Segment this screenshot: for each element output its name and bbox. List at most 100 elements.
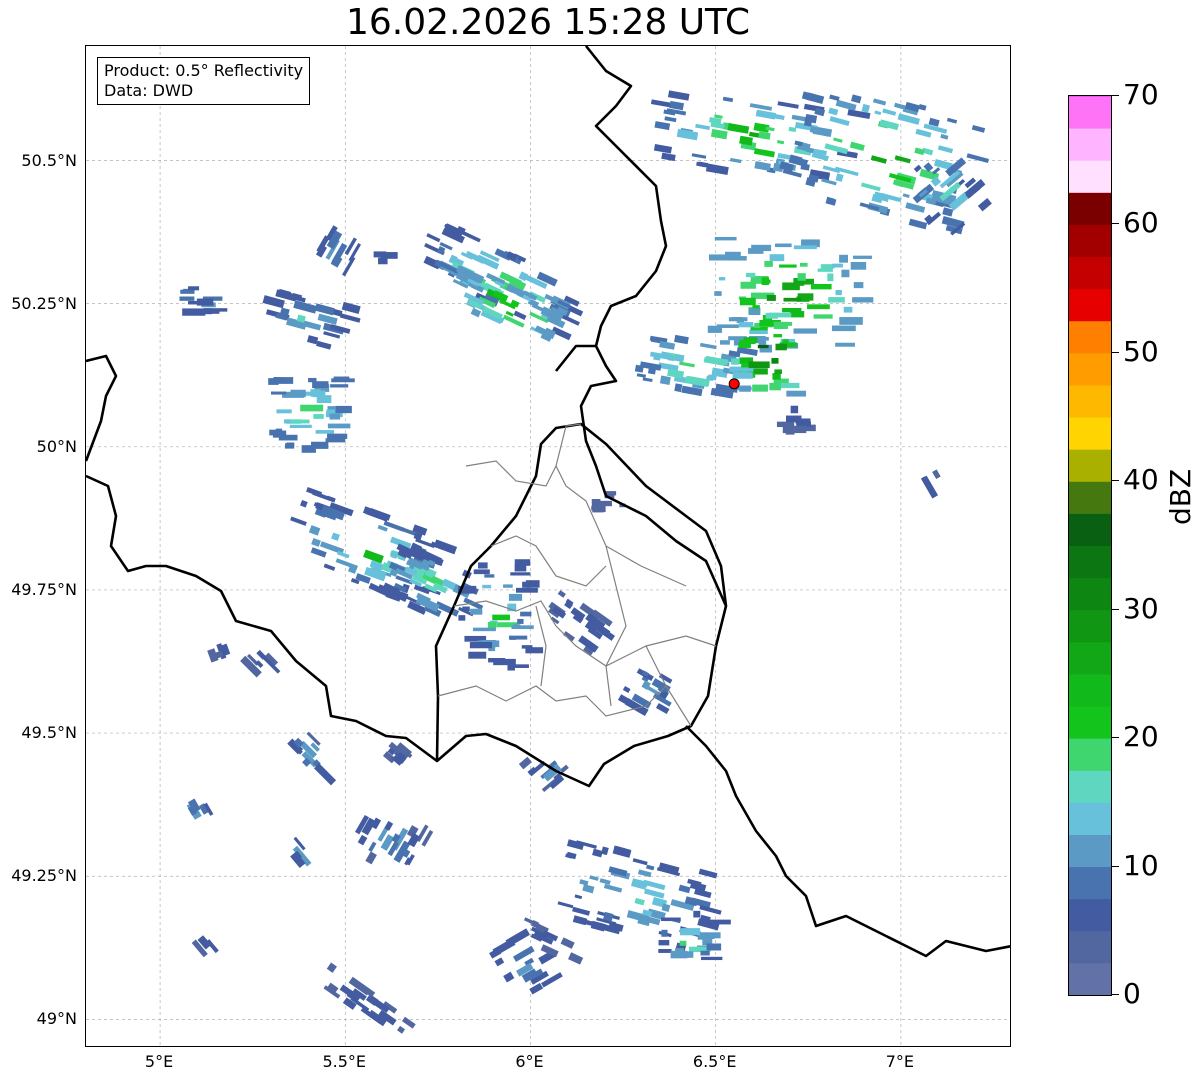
echo-pixel [529,982,544,995]
colorbar-swatch [1069,481,1111,514]
echo-pixel [699,904,722,915]
echo-pixel [335,405,352,414]
echo-pixel [971,124,986,133]
echo-pixel [330,384,349,388]
echo-pixel [852,255,872,259]
echo-pixel [654,121,671,131]
echo-pixel [179,296,195,301]
echo-pixel [828,107,839,116]
colorbar-swatch [1069,224,1111,258]
echo-pixel [514,564,527,572]
echo-pixel [739,339,756,345]
echo-pixel [913,164,922,173]
echo-pixel [579,879,589,886]
echo-pixel [373,251,387,258]
echo-pixel [737,386,752,391]
echo-pixel [758,131,771,140]
echo-pixel [397,1025,406,1034]
colorbar-swatch [1069,352,1111,386]
echo-pixel [757,344,769,349]
echo-pixel [653,143,673,154]
echo-pixel [772,373,781,380]
echo-cell [423,223,584,341]
echo-pixel [316,340,332,350]
echo-pixel [874,110,882,116]
echo-pixel [813,314,833,319]
echo-pixel [774,369,782,374]
echo-pixel [775,343,787,351]
echo-pixel [674,383,683,393]
echo-pixel [311,538,321,547]
colorbar-tick-mark [1111,480,1119,482]
echo-pixel [775,243,792,248]
echo-pixel [940,133,949,140]
echo-pixel [761,277,769,286]
colorbar-swatch [1069,128,1111,161]
echo-cell [779,91,989,235]
echo-pixel [525,580,540,588]
echo-pixel [905,202,926,213]
colorbar-swatch [1069,738,1111,771]
echo-pixel [557,901,574,909]
echo-pixel [739,297,756,306]
echo-pixel [511,625,534,630]
colorbar-swatch [1069,609,1111,643]
echo-cell [368,542,484,618]
echo-pixel [473,569,490,575]
echo-pixel [740,281,756,289]
colorbar-swatch [1069,320,1111,354]
echo-pixel [513,310,527,320]
echo-pixel [824,143,849,155]
echo-pixel [188,300,211,305]
echo-pixel [806,92,825,105]
echo-pixel [693,910,701,918]
colorbar-label: dBZ [1164,468,1197,525]
echo-cell [776,405,816,435]
echo-pixel [732,372,753,379]
echo-pixel [669,100,685,111]
echo-pixel [714,236,737,241]
echo-cell [617,668,673,717]
echo-pixel [275,428,283,433]
echo-cell [355,814,434,866]
echo-pixel [207,648,219,663]
colorbar-swatch [1069,641,1111,675]
echo-pixel [752,384,768,392]
echo-pixel [568,952,584,965]
colorbar-swatch [1069,866,1111,900]
echo-pixel [785,430,795,435]
echo-pixel [336,550,350,559]
echo-pixel [308,525,321,536]
echo-cell [912,157,992,236]
echo-pixel [677,951,694,958]
echo-pixel [312,381,329,389]
colorbar-swatch [1069,449,1111,482]
echo-pixel [599,878,611,885]
echo-cell [707,236,874,353]
echo-pixel [839,254,848,263]
echo-pixel [470,608,483,615]
colorbar [1068,95,1112,996]
echo-pixel [550,616,560,625]
echo-pixel [508,664,529,668]
echo-pixel [331,532,340,541]
echo-pixel [520,611,532,617]
echo-cell [489,928,563,995]
echo-pixel [661,929,668,937]
echo-pixel [942,207,954,217]
echo-pixel [678,884,691,894]
colorbar-swatch [1069,962,1111,995]
echo-pixel [790,405,799,414]
echo-pixel [835,289,842,296]
lat-tick-label: 49°N [36,1009,77,1029]
gridlines [86,46,1010,1046]
lat-tick-label: 49.5°N [21,723,77,743]
echo-pixel [515,587,538,593]
echo-pixel [270,391,287,395]
colorbar-swatch [1069,288,1111,322]
echo-pixel [518,756,532,770]
echo-pixel [915,128,932,138]
colorbar-tick-mark [1111,608,1119,610]
echo-pixel [946,117,958,124]
echo-cell [323,962,416,1034]
